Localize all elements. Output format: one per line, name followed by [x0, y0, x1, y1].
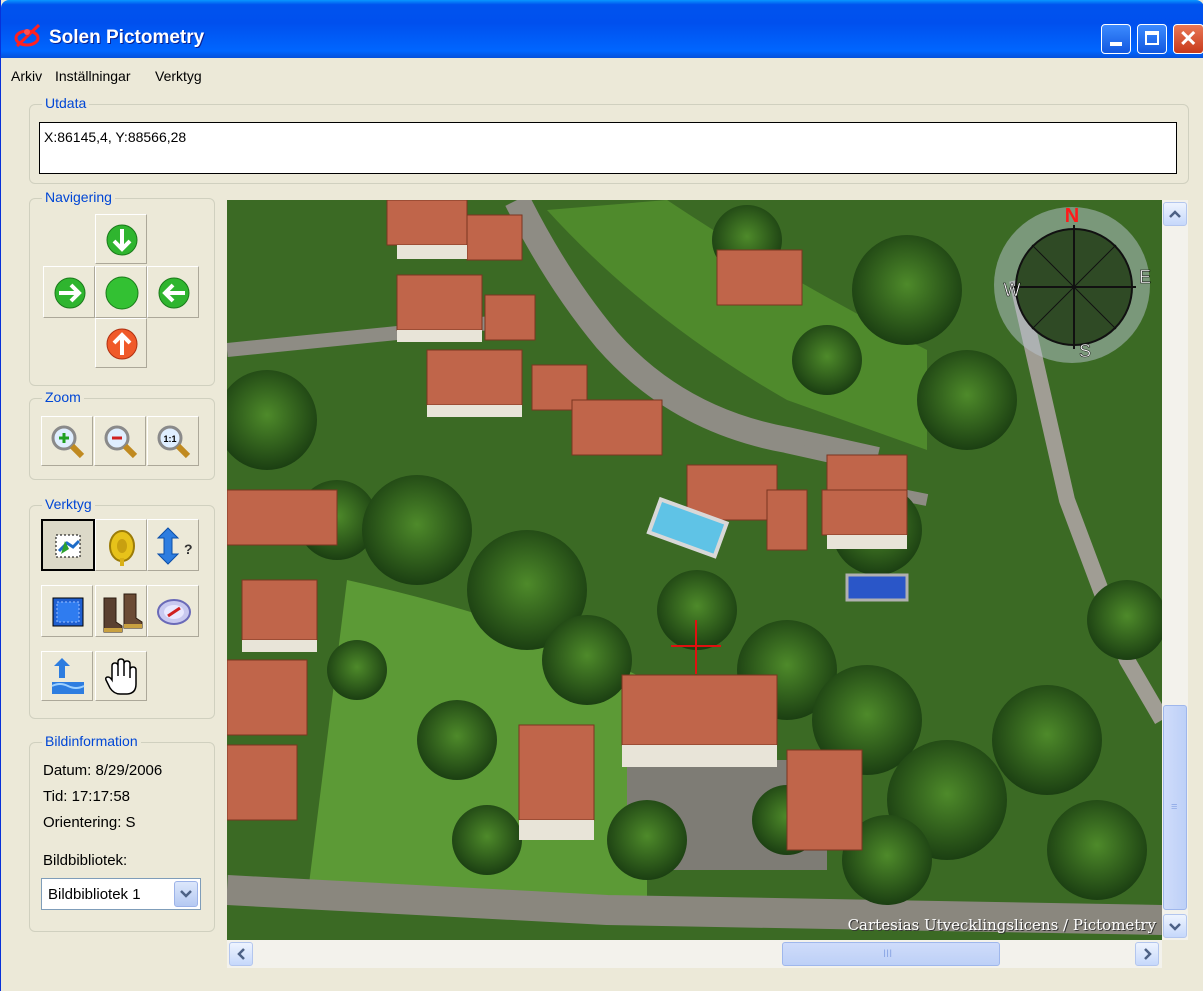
select-tool-button[interactable]	[41, 519, 95, 571]
tools-group-label: Verktyg	[42, 496, 95, 512]
close-icon: ✕	[1179, 26, 1198, 51]
zoom-in-button[interactable]	[41, 416, 93, 466]
output-field[interactable]: X:86145,4, Y:88566,28	[39, 122, 1177, 174]
walk-tool-button[interactable]	[95, 585, 147, 637]
library-select-value: Bildbibliotek 1	[48, 886, 141, 903]
pan-right-button[interactable]	[147, 266, 199, 318]
height-tool-button[interactable]: ?	[147, 519, 199, 571]
chevron-up-icon	[1169, 210, 1181, 218]
scroll-right-button[interactable]	[1135, 942, 1159, 966]
image-orientation: Orientering: S	[43, 814, 136, 831]
library-label: Bildbibliotek:	[43, 852, 128, 869]
chevron-down-icon	[1169, 923, 1181, 931]
pan-down-button[interactable]	[95, 318, 147, 368]
scroll-down-button[interactable]	[1163, 914, 1187, 938]
measuring-tape-icon	[109, 530, 135, 566]
horizontal-scroll-thumb[interactable]: III	[782, 942, 1000, 966]
zoom-out-button[interactable]	[94, 416, 146, 466]
aerial-photo: N E S W	[227, 200, 1162, 940]
pan-up-button[interactable]	[95, 214, 147, 264]
hand-icon	[105, 658, 137, 695]
arrow-down-icon	[106, 224, 138, 256]
output-group-label: Utdata	[42, 95, 90, 111]
pan-hand-tool-button[interactable]	[95, 651, 147, 701]
menu-installningar[interactable]: Inställningar	[55, 68, 131, 84]
pan-left-button[interactable]	[43, 266, 95, 318]
arrow-up-icon	[106, 328, 138, 360]
menu-arkiv[interactable]: Arkiv	[11, 68, 42, 84]
image-time: Tid: 17:17:58	[43, 788, 131, 805]
menu-verktyg[interactable]: Verktyg	[155, 68, 202, 84]
close-button[interactable]: ✕	[1173, 24, 1203, 54]
compass-south-label: S	[1079, 341, 1091, 361]
chevron-left-icon	[237, 948, 245, 960]
zoom-one-to-one-label: 1:1	[163, 434, 176, 444]
library-select[interactable]: Bildbibliotek 1	[41, 878, 201, 910]
chevron-right-icon	[1144, 948, 1152, 960]
measure-tool-button[interactable]	[95, 519, 147, 571]
zoom-one-to-one-icon: 1:1	[157, 425, 191, 459]
scroll-left-button[interactable]	[229, 942, 253, 966]
chevron-down-icon[interactable]	[174, 881, 198, 907]
zoom-out-icon	[104, 425, 138, 459]
navigation-group-label: Navigering	[42, 189, 115, 205]
minimize-icon	[1110, 42, 1122, 46]
compass-east-label: E	[1139, 267, 1151, 287]
horizontal-scrollbar[interactable]: III	[227, 940, 1162, 968]
image-info-group-label: Bildinformation	[42, 733, 141, 749]
scroll-up-button[interactable]	[1163, 202, 1187, 226]
compass-icon	[157, 599, 191, 625]
area-rectangle-icon	[52, 597, 84, 627]
title-bar[interactable]: Solen Pictometry ✕	[1, 0, 1203, 58]
app-window: Solen Pictometry ✕ Arkiv Inställningar V…	[0, 0, 1203, 991]
minimize-button[interactable]	[1101, 24, 1131, 54]
elevation-icon	[51, 658, 85, 694]
vertical-scrollbar[interactable]: ≡	[1162, 200, 1188, 940]
photo-credit: Cartesias Utvecklingslicens / Pictometry	[847, 916, 1156, 934]
area-tool-button[interactable]	[41, 585, 93, 637]
arrow-left-icon	[158, 277, 190, 309]
compass-west-label: W	[1004, 280, 1021, 300]
elevation-tool-button[interactable]	[41, 651, 93, 701]
hiking-boots-icon	[103, 593, 143, 633]
window-title: Solen Pictometry	[49, 27, 205, 48]
zoom-actual-size-button[interactable]: 1:1	[147, 416, 199, 466]
aerial-photo-view[interactable]: N E S W Cartesias Utvecklingslicens / Pi…	[227, 200, 1162, 940]
orientation-tool-button[interactable]	[147, 585, 199, 637]
maximize-button[interactable]	[1137, 24, 1167, 54]
maximize-icon	[1145, 31, 1159, 45]
height-query-icon: ?	[156, 527, 193, 565]
vertical-scroll-thumb[interactable]: ≡	[1163, 705, 1187, 910]
svg-text:?: ?	[184, 541, 193, 557]
center-dot-icon	[105, 276, 139, 310]
pan-center-button[interactable]	[95, 266, 147, 318]
menu-bar: Arkiv Inställningar Verktyg	[1, 60, 1203, 90]
image-date: Datum: 8/29/2006	[43, 762, 163, 779]
map-select-icon	[55, 534, 81, 558]
arrow-right-icon	[54, 277, 86, 309]
compass-north-label: N	[1065, 205, 1079, 227]
zoom-in-icon	[51, 425, 85, 459]
zoom-group-label: Zoom	[42, 389, 84, 405]
app-logo-icon	[14, 23, 41, 48]
